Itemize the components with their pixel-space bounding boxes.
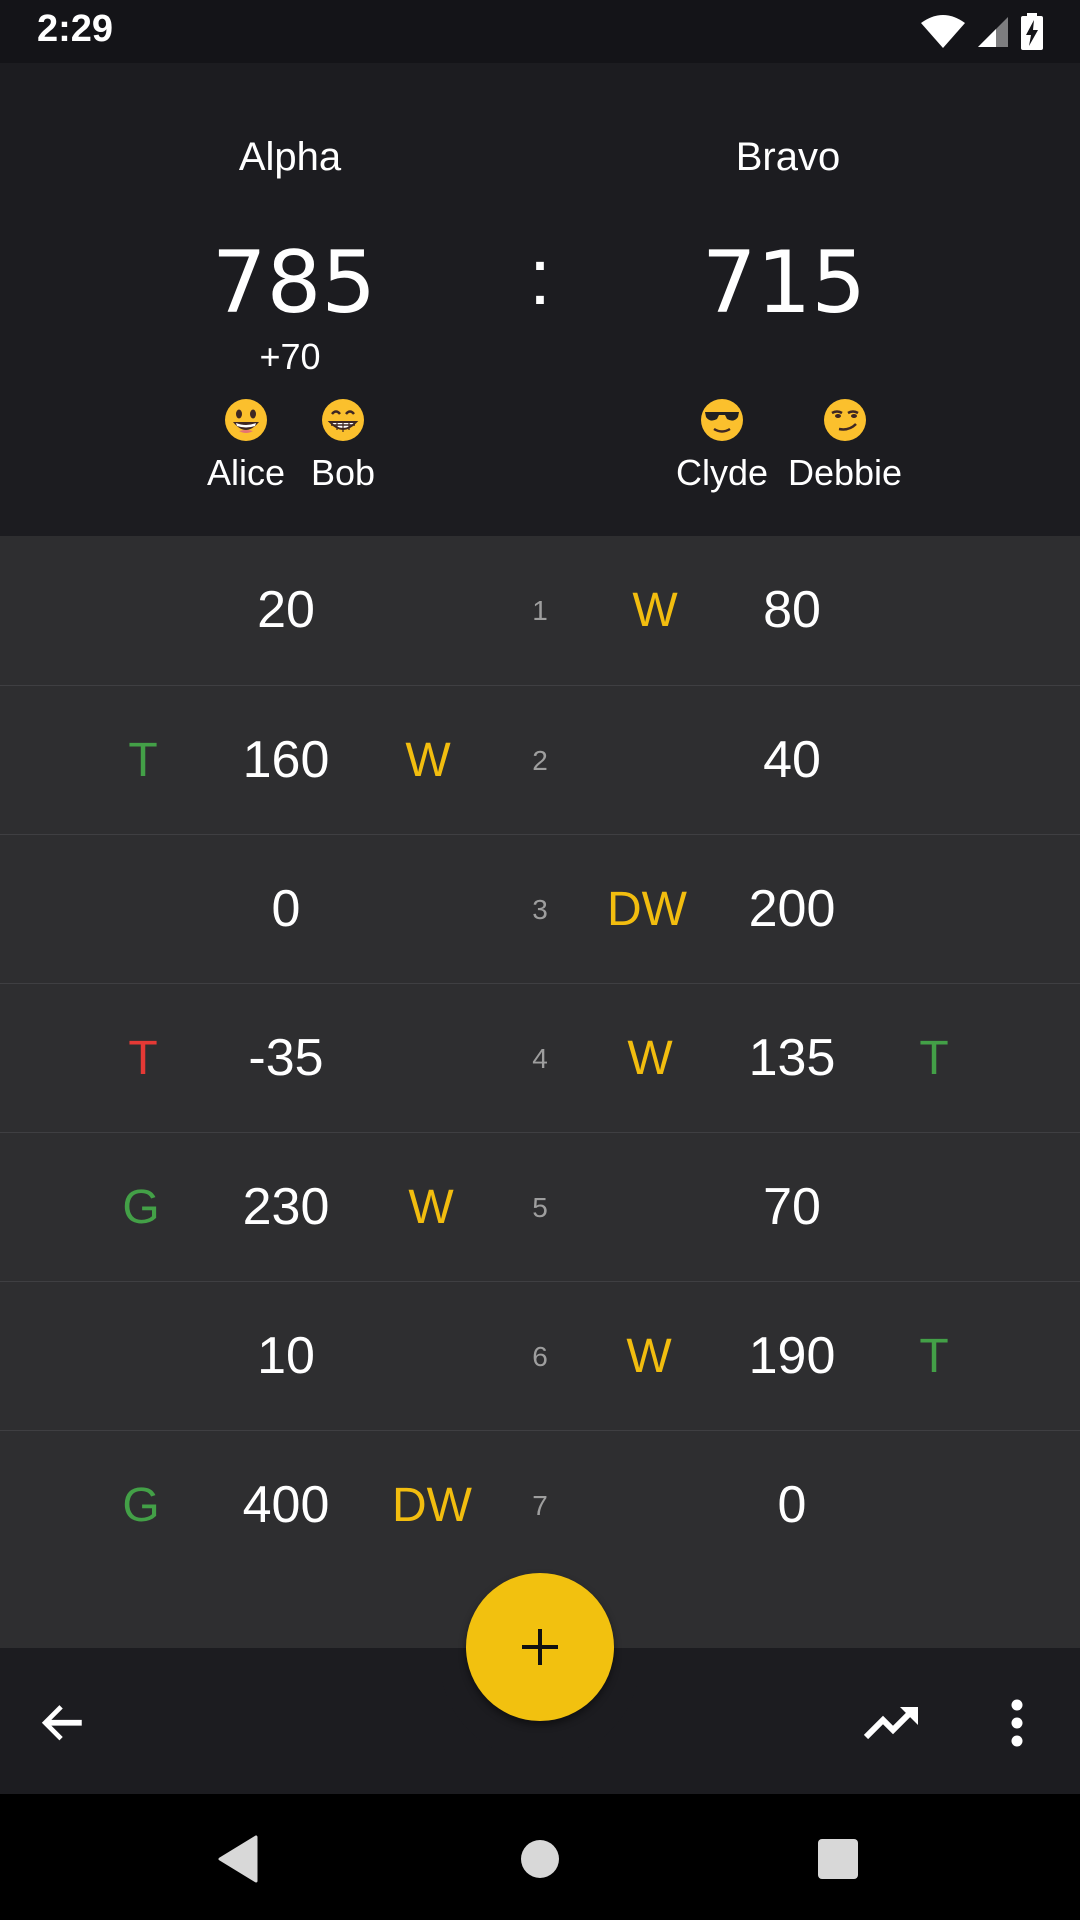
round-row[interactable]: G 230 W 5 70	[0, 1132, 1080, 1282]
player-debbie[interactable]: Debbie	[775, 398, 915, 494]
round-row[interactable]: 20 1 W 80	[0, 536, 1080, 685]
grinning-face-icon	[225, 399, 267, 441]
alpha-round-points: 160	[242, 731, 330, 789]
alpha-round-points: 10	[257, 1327, 315, 1385]
bravo-round-points: 190	[748, 1327, 836, 1385]
add-round-button[interactable]	[466, 1573, 614, 1721]
sunglasses-face-icon	[701, 399, 743, 441]
bravo-round-points: 80	[763, 581, 821, 639]
alpha-round-points: 230	[242, 1178, 330, 1236]
alpha-win-badge: W	[405, 734, 451, 787]
signal-icon	[978, 17, 1008, 47]
back-arrow-icon	[41, 1705, 82, 1741]
bravo-round-points: 40	[763, 731, 821, 789]
round-number: 7	[532, 1490, 548, 1521]
player-name: Clyde	[675, 452, 769, 493]
alpha-win-badge: W	[408, 1181, 454, 1234]
more-options-button[interactable]	[982, 1688, 1052, 1758]
round-number: 6	[532, 1341, 548, 1372]
team-alpha-score: 785	[211, 233, 377, 333]
alpha-grand-tichu-badge: G	[122, 1181, 160, 1234]
nav-home-button[interactable]	[505, 1824, 575, 1894]
player-name: Bob	[310, 452, 376, 493]
bravo-win-badge: W	[626, 1330, 672, 1383]
bravo-double-win-badge: DW	[607, 883, 687, 936]
round-number: 4	[532, 1043, 548, 1074]
team-alpha-name[interactable]: Alpha	[140, 135, 440, 180]
alpha-round-points: 0	[271, 880, 301, 938]
screen: 2:29 Alpha Bravo 785 : 715 +70 Alice Bob…	[0, 0, 1080, 1920]
round-number: 1	[532, 595, 548, 626]
rounds-list: 20 1 W 80 T 160 W 2 40 0 3 DW 200 T -35 …	[0, 536, 1080, 1648]
alpha-failed-tichu-badge: T	[128, 1032, 158, 1085]
bravo-tichu-badge: T	[919, 1032, 949, 1085]
smirking-face-icon	[824, 399, 866, 441]
more-vert-icon	[1011, 1699, 1023, 1747]
system-nav-bar	[0, 1794, 1080, 1920]
score-separator: :	[528, 232, 552, 321]
alpha-grand-tichu-badge: G	[122, 1479, 160, 1532]
round-number: 5	[532, 1192, 548, 1223]
team-alpha-score-delta: +70	[259, 336, 321, 377]
round-number: 3	[532, 894, 548, 925]
nav-home-icon	[521, 1840, 559, 1878]
alpha-double-win-badge: DW	[392, 1479, 472, 1532]
bravo-round-points: 0	[777, 1476, 807, 1534]
round-number: 2	[532, 745, 548, 776]
team-bravo-name[interactable]: Bravo	[638, 135, 938, 180]
bravo-round-points: 70	[763, 1178, 821, 1236]
round-row[interactable]: 0 3 DW 200	[0, 834, 1080, 984]
team-bravo-score: 715	[701, 233, 867, 333]
status-icons	[920, 12, 1044, 52]
alpha-round-points: 400	[242, 1476, 330, 1534]
round-row[interactable]: G 400 DW 7 0	[0, 1430, 1080, 1580]
bravo-round-points: 200	[748, 880, 836, 938]
player-clyde[interactable]: Clyde	[652, 398, 792, 494]
nav-recents-icon	[818, 1839, 858, 1879]
player-name: Debbie	[787, 452, 903, 493]
nav-recents-button[interactable]	[803, 1824, 873, 1894]
nav-back-button[interactable]	[203, 1824, 273, 1894]
statistics-button[interactable]	[857, 1688, 927, 1758]
battery-charging-icon	[1021, 13, 1043, 50]
nav-back-icon	[218, 1835, 258, 1883]
bravo-tichu-badge: T	[919, 1330, 949, 1383]
alpha-round-points: -35	[248, 1029, 324, 1087]
add-icon	[522, 1629, 558, 1665]
bravo-round-points: 135	[748, 1029, 836, 1087]
scoreboard-header: Alpha Bravo 785 : 715 +70 Alice Bob Clyd…	[0, 63, 1080, 536]
alpha-round-points: 20	[257, 581, 315, 639]
round-row[interactable]: T 160 W 2 40	[0, 685, 1080, 835]
alpha-tichu-badge: T	[128, 734, 158, 787]
grimacing-grin-face-icon	[322, 399, 364, 441]
round-row[interactable]: T -35 4 W 135 T	[0, 983, 1080, 1133]
status-bar: 2:29	[0, 0, 1080, 63]
status-time: 2:29	[37, 8, 114, 50]
wifi-icon	[921, 15, 965, 48]
trending-up-icon	[864, 1707, 918, 1740]
back-button[interactable]	[28, 1688, 98, 1758]
round-row[interactable]: 10 6 W 190 T	[0, 1281, 1080, 1431]
player-bob[interactable]: Bob	[273, 398, 413, 494]
